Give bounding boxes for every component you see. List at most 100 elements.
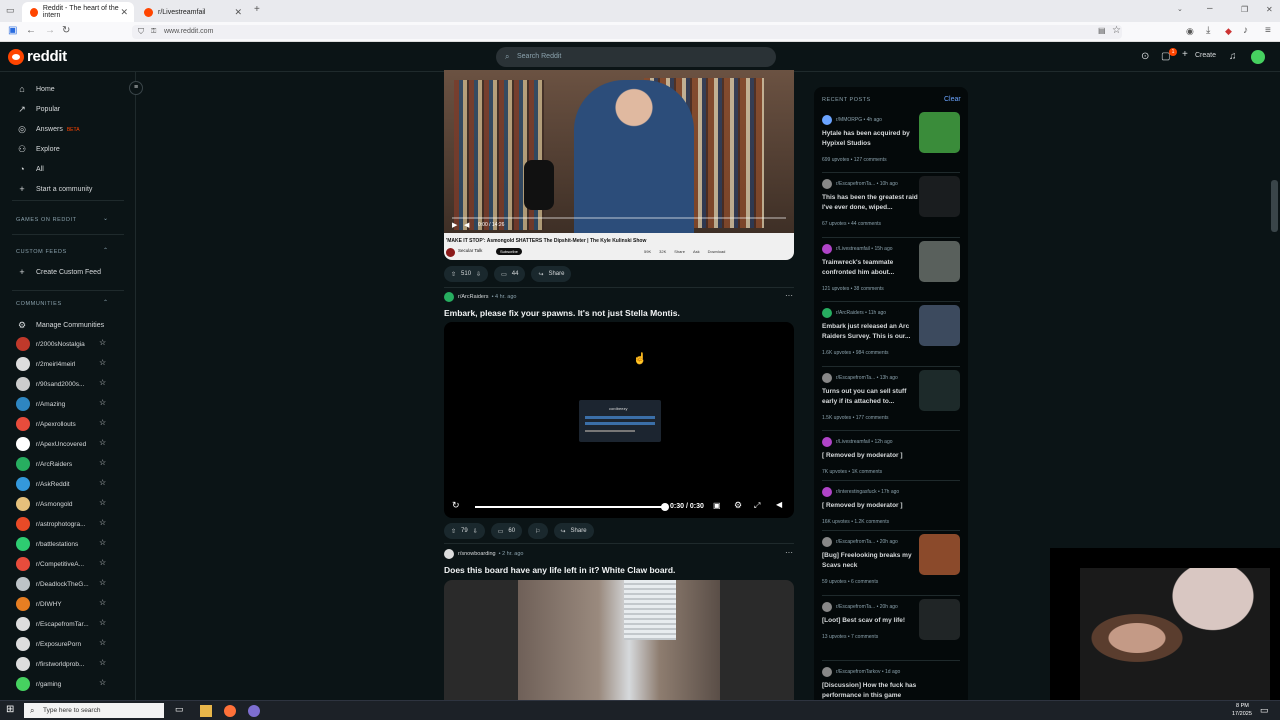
- more-options-icon[interactable]: ···: [785, 548, 793, 557]
- community-item[interactable]: r/battlestations: [16, 537, 78, 551]
- recent-post-title[interactable]: Trainwreck's teammate confronted him abo…: [822, 258, 918, 278]
- app-menu-icon[interactable]: ≡: [1265, 25, 1271, 37]
- extensions-puzzle-icon[interactable]: ◆: [1225, 25, 1232, 37]
- yt-ask[interactable]: Ask: [693, 249, 700, 254]
- favorite-star-icon[interactable]: ☆: [99, 358, 106, 367]
- task-view-icon[interactable]: ▭: [175, 704, 187, 716]
- recent-post-subreddit[interactable]: r/EscapefromTa... • 13h ago: [822, 373, 898, 383]
- start-icon[interactable]: ⊞: [6, 704, 14, 715]
- favorite-star-icon[interactable]: ☆: [99, 638, 106, 647]
- recent-post-subreddit[interactable]: r/Livestreamfail • 12h ago: [822, 437, 893, 447]
- subreddit-avatar[interactable]: [444, 549, 454, 559]
- favorite-star-icon[interactable]: ☆: [99, 618, 106, 627]
- community-item[interactable]: r/firstworldprob...: [16, 657, 84, 671]
- favorite-star-icon[interactable]: ☆: [99, 438, 106, 447]
- recent-post-subreddit[interactable]: r/MMORPG • 4h ago: [822, 115, 882, 125]
- reddit-logo[interactable]: reddit: [8, 48, 67, 65]
- favorite-star-icon[interactable]: ☆: [99, 518, 106, 527]
- favorite-star-icon[interactable]: ☆: [99, 458, 106, 467]
- community-item[interactable]: r/2meirl4meirl: [16, 357, 75, 371]
- maximize-icon[interactable]: ❐: [1241, 4, 1248, 16]
- collapse-sidebar-button[interactable]: ≡: [129, 81, 143, 95]
- bookmark-star-icon[interactable]: ☆: [1112, 25, 1121, 37]
- page-scrollbar[interactable]: [1271, 180, 1278, 232]
- sidebar-item-explore[interactable]: ⚇ Explore: [16, 144, 60, 155]
- community-item[interactable]: r/ExposurePorn: [16, 637, 81, 651]
- recent-post-title[interactable]: Turns out you can sell stuff early if it…: [822, 387, 918, 407]
- recent-post-subreddit[interactable]: r/Livestreamfail • 15h ago: [822, 244, 893, 254]
- favorite-star-icon[interactable]: ☆: [99, 378, 106, 387]
- volume-icon[interactable]: ◀: [464, 221, 469, 229]
- recent-post-subreddit[interactable]: r/EscapefromTa... • 20h ago: [822, 602, 898, 612]
- post-title[interactable]: Does this board have any life left in it…: [444, 565, 675, 575]
- post-video-embed[interactable]: ▶ ◀ 0:00 / 14:26 'MAKE IT STOP': Asmongo…: [444, 70, 794, 260]
- create-plus-icon[interactable]: +: [1182, 50, 1188, 60]
- recent-post-thumbnail[interactable]: [919, 534, 960, 575]
- play-icon[interactable]: ▶: [452, 221, 457, 229]
- sidebar-toggle-icon[interactable]: ▣: [8, 25, 17, 37]
- close-tab-icon[interactable]: ✕: [120, 7, 128, 18]
- community-item[interactable]: r/ApexUncovered: [16, 437, 86, 451]
- recent-post-title[interactable]: Embark just released an Arc Raiders Surv…: [822, 322, 918, 342]
- tab-list-chevron-icon[interactable]: ⌄: [1177, 4, 1183, 16]
- ad-icon[interactable]: ⊙: [1141, 52, 1149, 62]
- clear-recent-button[interactable]: Clear: [944, 96, 961, 103]
- recent-post-thumbnail[interactable]: [919, 370, 960, 411]
- window-close-icon[interactable]: ✕: [1266, 4, 1273, 16]
- recent-post-subreddit[interactable]: r/EscapefromTarkov • 1d ago: [822, 667, 900, 677]
- more-options-icon[interactable]: ···: [785, 291, 793, 300]
- subscribe-button[interactable]: Subscribe: [496, 248, 522, 255]
- subreddit-link[interactable]: r/snowboarding: [458, 551, 496, 557]
- recent-post-thumbnail[interactable]: [919, 241, 960, 282]
- chevron-down-icon[interactable]: ⌄: [103, 215, 108, 222]
- community-item[interactable]: r/ArcRaiders: [16, 457, 72, 471]
- avatar[interactable]: [1251, 50, 1265, 64]
- community-item[interactable]: r/DIWHY: [16, 597, 62, 611]
- community-item[interactable]: r/Asmongold: [16, 497, 73, 511]
- community-item[interactable]: r/90sand2000s...: [16, 377, 84, 391]
- subreddit-avatar[interactable]: [444, 292, 454, 302]
- sidebar-item-answers[interactable]: ◎ Answers BETA: [16, 124, 79, 135]
- favorite-star-icon[interactable]: ☆: [99, 538, 106, 547]
- favorite-star-icon[interactable]: ☆: [99, 658, 106, 667]
- new-tab-icon[interactable]: +: [254, 4, 260, 16]
- community-item[interactable]: r/2000sNostalgia: [16, 337, 85, 351]
- tab-livestreamfail[interactable]: r/Livestreamfail ✕: [136, 2, 248, 22]
- community-item[interactable]: r/AskReddit: [16, 477, 70, 491]
- subreddit-link[interactable]: r/ArcRaiders: [458, 294, 489, 300]
- volume-icon[interactable]: ◀: [776, 500, 782, 509]
- custom-feeds-heading[interactable]: CUSTOM FEEDS: [16, 249, 67, 255]
- community-item[interactable]: r/astrophotogra...: [16, 517, 86, 531]
- recent-post-thumbnail[interactable]: [919, 176, 960, 217]
- community-item[interactable]: r/gaming: [16, 677, 61, 691]
- yt-share[interactable]: Share: [674, 249, 685, 254]
- create-custom-feed[interactable]: + Create Custom Feed: [16, 267, 101, 277]
- settings-gear-icon[interactable]: ⚙: [734, 500, 742, 511]
- browser-menu-icon[interactable]: ▭: [6, 4, 15, 16]
- notifications-icon[interactable]: ▭: [1260, 705, 1269, 716]
- share-button[interactable]: ↪ Share: [531, 266, 572, 282]
- sidebar-item-popular[interactable]: ↗ Popular: [16, 104, 60, 115]
- obs-icon[interactable]: [248, 705, 260, 717]
- favorite-star-icon[interactable]: ☆: [99, 558, 106, 567]
- sidebar-item-all[interactable]: ◔ All: [16, 164, 44, 174]
- comments-button[interactable]: ▭ 44: [494, 266, 526, 282]
- downvote-icon[interactable]: ⇩: [473, 528, 478, 535]
- replay-icon[interactable]: ↻: [452, 500, 460, 511]
- favorite-star-icon[interactable]: ☆: [99, 578, 106, 587]
- sidebar-item-home[interactable]: ⌂ Home: [16, 84, 54, 94]
- share-button[interactable]: ↪ Share: [553, 523, 594, 539]
- recent-post-title[interactable]: [ Removed by moderator ]: [822, 451, 918, 461]
- community-item[interactable]: r/Apexrollouts: [16, 417, 76, 431]
- community-item[interactable]: r/CompetitiveA...: [16, 557, 84, 571]
- community-item[interactable]: r/EscapefromTar...: [16, 617, 89, 631]
- forward-icon[interactable]: →: [45, 25, 55, 37]
- fullscreen-icon[interactable]: ⤢: [754, 501, 760, 511]
- like-count[interactable]: 59K: [644, 249, 651, 254]
- post-title[interactable]: Embark, please fix your spawns. It's not…: [444, 308, 680, 318]
- search-input[interactable]: ⌕ Search Reddit: [496, 47, 776, 67]
- yt-download[interactable]: Download: [708, 249, 726, 254]
- recent-post-thumbnail[interactable]: [919, 305, 960, 346]
- upvote-icon[interactable]: ⇧: [451, 528, 456, 535]
- recent-post-subreddit[interactable]: r/interestingasfuck • 17h ago: [822, 487, 899, 497]
